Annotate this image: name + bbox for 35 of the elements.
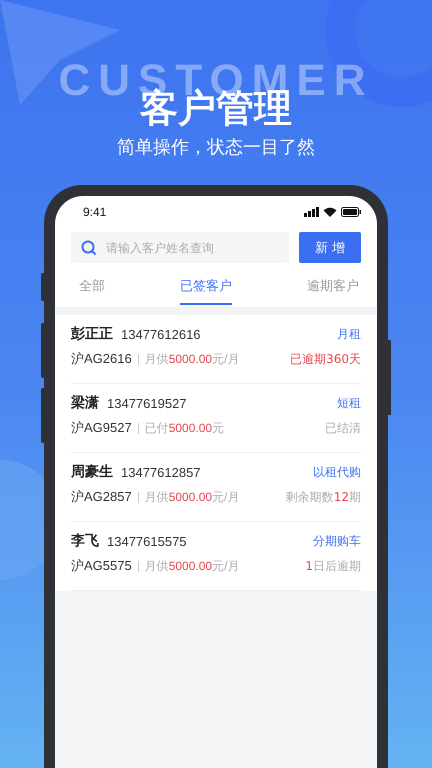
search-field[interactable]: 请输入客户姓名查询 bbox=[71, 232, 289, 263]
customer-phone: 13477612857 bbox=[121, 464, 202, 480]
customer-name: 李飞 bbox=[71, 532, 99, 550]
contract-type: 短租 bbox=[337, 394, 361, 412]
payment-text: 月供5000.00元/月 bbox=[144, 558, 240, 574]
customer-phone: 13477612616 bbox=[121, 326, 202, 342]
filter-tab[interactable]: 逾期客户 bbox=[307, 277, 359, 305]
customer-name: 周豪生 bbox=[71, 463, 113, 481]
customer-name: 梁潇 bbox=[71, 394, 99, 412]
plate-number: 沪AG2616 bbox=[71, 350, 132, 368]
add-button[interactable]: 新 增 bbox=[299, 232, 361, 263]
search-icon bbox=[81, 240, 97, 256]
contract-type: 分期购车 bbox=[313, 532, 361, 550]
signal-icon bbox=[304, 207, 319, 217]
status-time: 9:41 bbox=[83, 205, 106, 219]
plate-number: 沪AG9527 bbox=[71, 419, 132, 437]
payment-text: 月供5000.00元/月 bbox=[144, 350, 240, 368]
filter-tab[interactable]: 已签客户 bbox=[180, 277, 232, 305]
customer-phone: 13477619527 bbox=[107, 396, 188, 410]
customer-name: 彭正正 bbox=[71, 325, 113, 343]
banner-subtitle: 简单操作，状态一目了然 bbox=[117, 136, 315, 159]
payment-status: 1 日后逾期 bbox=[305, 558, 361, 574]
filter-tab[interactable]: 全部 bbox=[79, 277, 105, 305]
contract-type: 月租 bbox=[337, 326, 361, 342]
wifi-icon bbox=[323, 207, 337, 217]
plate-number: 沪AG2857 bbox=[71, 488, 132, 506]
payment-text: 月供5000.00元/月 bbox=[144, 488, 240, 506]
payment-status: 已结清 bbox=[325, 420, 361, 436]
battery-icon bbox=[341, 207, 361, 217]
plate-number: 沪AG5575 bbox=[71, 557, 132, 575]
payment-text: 已付5000.00元 bbox=[144, 420, 226, 436]
contract-type: 以租代购 bbox=[313, 464, 361, 480]
payment-status: 剩余期数12期 bbox=[286, 488, 361, 506]
payment-status: 已逾期360天 bbox=[290, 350, 361, 368]
customer-phone: 13477615575 bbox=[107, 534, 188, 548]
